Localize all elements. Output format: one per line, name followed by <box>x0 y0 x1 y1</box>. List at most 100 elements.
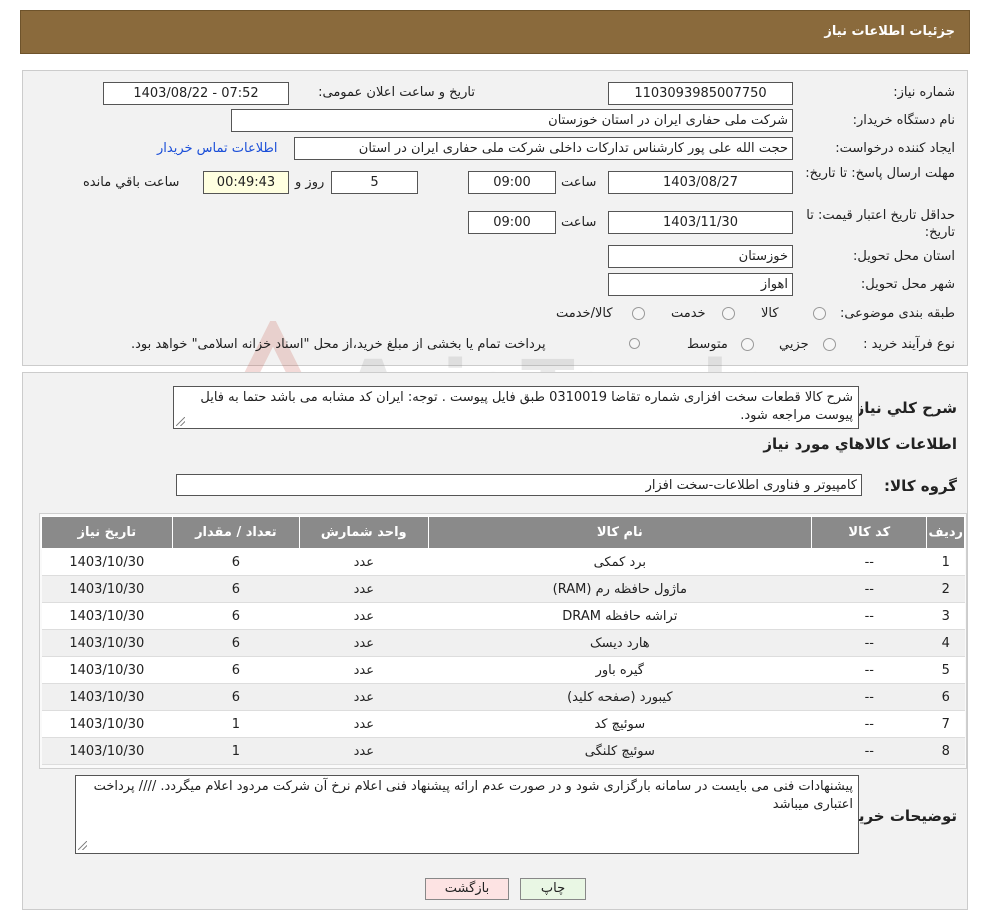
min-valid-time-field[interactable]: 09:00 <box>468 211 556 234</box>
purchase-radio-minor[interactable] <box>823 338 836 351</box>
table-row[interactable]: 1 -- برد کمکی عدد 6 1403/10/30 <box>41 548 965 576</box>
cell-row: 2 <box>926 575 965 603</box>
creator-field[interactable]: حجت الله علی پور کارشناس تدارکات داخلی ش… <box>294 137 793 160</box>
cell-date: 1403/10/30 <box>41 629 173 657</box>
cell-qty: 6 <box>172 656 300 684</box>
cell-name: گیره باور <box>428 656 812 684</box>
col-unit: واحد شمارش <box>299 516 429 549</box>
cell-date: 1403/10/30 <box>41 710 173 738</box>
cell-code: -- <box>811 575 927 603</box>
cell-row: 4 <box>926 629 965 657</box>
announce-field[interactable]: 1403/08/22 - 07:52 <box>103 82 289 105</box>
table-row[interactable]: 6 -- کیبورد (صفحه کلید) عدد 6 1403/10/30 <box>41 683 965 711</box>
cell-qty: 6 <box>172 602 300 630</box>
cell-qty: 1 <box>172 737 300 765</box>
col-code: کد کالا <box>811 516 928 549</box>
purchase-option-minor: جزیي <box>779 337 809 352</box>
category-option-both: کالا/خدمت <box>556 306 613 321</box>
city-label: شهر محل تحویل: <box>860 277 955 292</box>
cell-unit: عدد <box>299 710 429 738</box>
days-label: روز و <box>295 175 325 190</box>
cell-name: هارد دیسک <box>428 629 812 657</box>
cell-code: -- <box>811 710 927 738</box>
cell-date: 1403/10/30 <box>41 737 173 765</box>
province-label: استان محل تحویل: <box>853 249 955 264</box>
purchase-option-medium: متوسط <box>687 337 728 352</box>
cell-unit: عدد <box>299 548 429 576</box>
days-field[interactable]: 5 <box>331 171 418 194</box>
city-field[interactable]: اهواز <box>608 273 793 296</box>
need-number-label: شماره نیاز: <box>893 85 955 100</box>
page-title: جزئیات اطلاعات نیاز <box>824 24 955 39</box>
category-radio-both[interactable] <box>632 307 645 320</box>
min-valid-time-label: ساعت <box>561 215 597 230</box>
page-header: جزئیات اطلاعات نیاز <box>20 10 970 54</box>
category-radio-goods[interactable] <box>813 307 826 320</box>
cell-qty: 6 <box>172 575 300 603</box>
cell-row: 8 <box>926 737 965 765</box>
cell-row: 3 <box>926 602 965 630</box>
category-option-goods: کالا <box>761 306 779 321</box>
resize-grip-icon[interactable] <box>78 841 87 850</box>
cell-date: 1403/10/30 <box>41 683 173 711</box>
cell-date: 1403/10/30 <box>41 602 173 630</box>
table-row[interactable]: 8 -- سوئیچ کلنگی عدد 1 1403/10/30 <box>41 737 965 765</box>
table-row[interactable]: 3 -- تراشه حافظه DRAM عدد 6 1403/10/30 <box>41 602 965 630</box>
summary-label: شرح کلي نياز: <box>849 399 957 417</box>
items-table-header: ردیف کد کالا نام کالا واحد شمارش تعداد /… <box>41 516 965 549</box>
cell-code: -- <box>811 548 927 576</box>
back-button[interactable]: بازگشت <box>425 878 509 900</box>
table-row[interactable]: 4 -- هارد دیسک عدد 6 1403/10/30 <box>41 629 965 657</box>
creator-label: ایجاد کننده درخواست: <box>835 141 955 156</box>
need-number-field[interactable]: 1103093985007750 <box>608 82 793 105</box>
cell-row: 1 <box>926 548 965 576</box>
cell-unit: عدد <box>299 575 429 603</box>
category-label: طبقه بندی موضوعی: <box>839 306 955 321</box>
table-row[interactable]: 7 -- سوئیچ کد عدد 1 1403/10/30 <box>41 710 965 738</box>
group-label: گروه کالا: <box>884 477 957 495</box>
col-row: ردیف <box>926 516 965 549</box>
min-valid-label: حداقل تاریخ اعتبار قیمت: تا تاریخ: <box>806 208 955 240</box>
items-section-title: اطلاعات کالاهاي مورد نياز <box>763 435 957 453</box>
cell-name: کیبورد (صفحه کلید) <box>428 683 812 711</box>
province-field[interactable]: خوزستان <box>608 245 793 268</box>
purchase-type-label: نوع فرآیند خرید : <box>863 337 955 352</box>
category-radio-service[interactable] <box>722 307 735 320</box>
cell-qty: 6 <box>172 629 300 657</box>
resize-grip-icon[interactable] <box>176 417 185 426</box>
cell-unit: عدد <box>299 602 429 630</box>
buyer-contact-link[interactable]: اطلاعات تماس خریدار <box>157 141 277 156</box>
cell-unit: عدد <box>299 629 429 657</box>
cell-name: سوئیچ کد <box>428 710 812 738</box>
cell-date: 1403/10/30 <box>41 656 173 684</box>
min-valid-date-field[interactable]: 1403/11/30 <box>608 211 793 234</box>
col-date: تاریخ نیاز <box>41 516 173 549</box>
table-row[interactable]: 2 -- ماژول حافظه رم (RAM) عدد 6 1403/10/… <box>41 575 965 603</box>
deadline-date-field[interactable]: 1403/08/27 <box>608 171 793 194</box>
cell-code: -- <box>811 656 927 684</box>
items-table: ردیف کد کالا نام کالا واحد شمارش تعداد /… <box>41 516 965 765</box>
table-row[interactable]: 5 -- گیره باور عدد 6 1403/10/30 <box>41 656 965 684</box>
treasury-checkbox[interactable] <box>629 338 640 349</box>
cell-code: -- <box>811 683 927 711</box>
category-option-service: خدمت <box>671 306 706 321</box>
remaining-time-field: 00:49:43 <box>203 171 289 194</box>
purchase-radio-medium[interactable] <box>741 338 754 351</box>
group-field[interactable]: کامپیوتر و فناوری اطلاعات-سخت افزار <box>176 474 862 496</box>
cell-row: 5 <box>926 656 965 684</box>
buyer-notes-textarea[interactable]: پیشنهادات فنی می بایست در سامانه بارگزار… <box>75 775 859 854</box>
cell-date: 1403/10/30 <box>41 575 173 603</box>
cell-name: برد کمکی <box>428 548 812 576</box>
summary-textarea[interactable]: شرح کالا قطعات سخت افزاری شماره تقاضا 03… <box>173 386 859 429</box>
cell-code: -- <box>811 629 927 657</box>
col-name: نام کالا <box>427 516 813 549</box>
deadline-time-field[interactable]: 09:00 <box>468 171 556 194</box>
deadline-time-label: ساعت <box>561 175 597 190</box>
cell-unit: عدد <box>299 737 429 765</box>
cell-row: 7 <box>926 710 965 738</box>
cell-row: 6 <box>926 683 965 711</box>
print-button[interactable]: چاپ <box>520 878 586 900</box>
purchase-note: پرداخت تمام یا بخشی از مبلغ خرید،از محل … <box>131 337 546 352</box>
buyer-org-field[interactable]: شرکت ملی حفاری ایران در استان خوزستان <box>231 109 793 132</box>
need-details-panel: شرح کلي نياز: شرح کالا قطعات سخت افزاری … <box>22 372 968 910</box>
